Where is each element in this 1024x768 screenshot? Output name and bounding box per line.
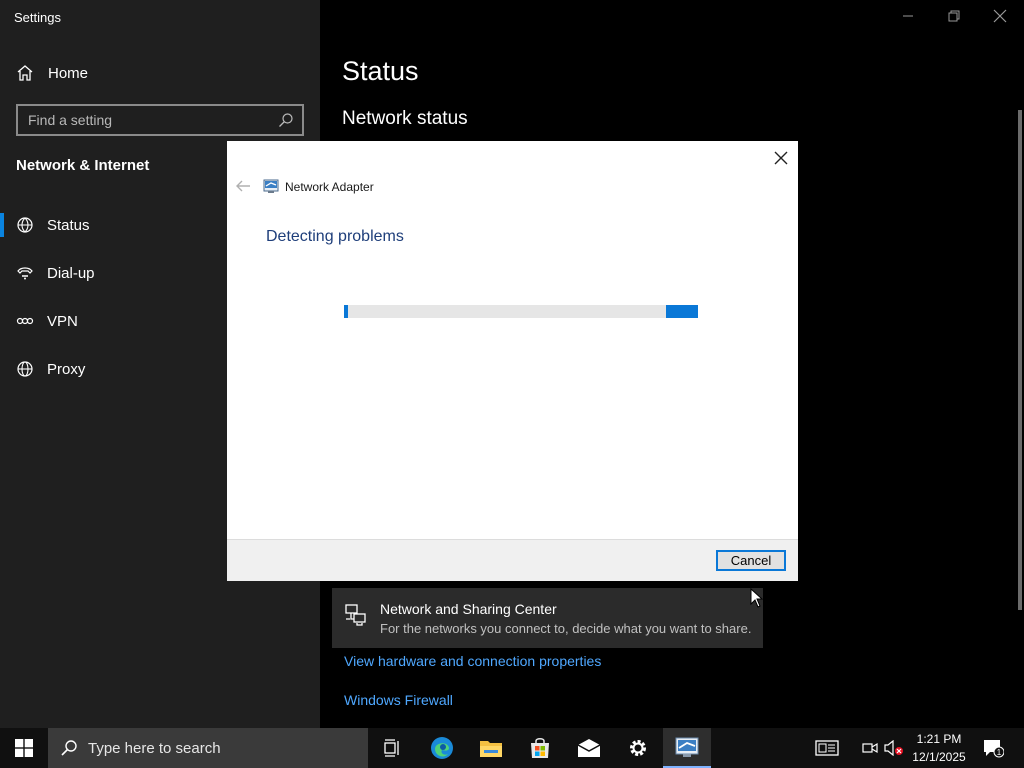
edge-browser-button[interactable] <box>418 728 466 768</box>
camera-icon <box>862 742 878 754</box>
app-title: Settings <box>14 10 61 25</box>
news-interests-button[interactable] <box>808 728 846 768</box>
home-icon <box>16 64 34 82</box>
back-arrow-icon <box>236 180 250 192</box>
troubleshooter-icon <box>263 178 279 194</box>
vpn-icon <box>16 312 34 330</box>
task-view-button[interactable] <box>368 728 416 768</box>
edge-icon <box>431 737 453 759</box>
search-icon <box>61 740 77 756</box>
windows-logo-icon <box>15 739 33 757</box>
progress-fill <box>666 305 698 318</box>
taskbar-search-placeholder: Type here to search <box>88 739 221 757</box>
taskbar-search-box[interactable]: Type here to search <box>48 728 368 768</box>
sidebar-item-label: Dial-up <box>47 264 95 282</box>
back-button[interactable] <box>235 179 251 193</box>
minimize-icon <box>903 15 913 17</box>
troubleshooter-icon <box>675 737 699 757</box>
microsoft-store-button[interactable] <box>516 728 564 768</box>
restore-icon <box>948 10 960 22</box>
globe-status-icon <box>16 216 34 234</box>
sharing-center-title: Network and Sharing Center <box>380 601 557 617</box>
close-icon <box>993 9 1007 23</box>
page-title: Status <box>342 56 419 86</box>
notifications-icon: 1 <box>984 740 1004 758</box>
sidebar-item-label: VPN <box>47 312 78 330</box>
minimize-button[interactable] <box>885 4 931 28</box>
volume-muted-icon <box>884 740 903 756</box>
home-nav-item[interactable]: Home <box>0 56 320 90</box>
progress-bar <box>344 305 698 318</box>
globe-icon <box>16 360 34 378</box>
dialup-icon <box>16 264 34 282</box>
cancel-button[interactable]: Cancel <box>716 550 786 571</box>
start-button[interactable] <box>0 728 48 768</box>
scrollbar[interactable] <box>1018 110 1022 610</box>
dialog-footer: Cancel <box>227 539 798 581</box>
folder-icon <box>480 741 502 757</box>
dialog-app-name: Network Adapter <box>285 180 374 194</box>
clock-time: 1:21 PM <box>916 732 962 746</box>
mail-button[interactable] <box>565 728 613 768</box>
close-window-button[interactable] <box>977 4 1023 28</box>
sidebar-item-label: Proxy <box>47 360 86 378</box>
progress-start-marker <box>344 305 348 318</box>
task-view-icon <box>384 739 399 757</box>
mouse-cursor-icon <box>750 587 764 608</box>
sharing-center-description: For the networks you connect to, decide … <box>380 621 752 636</box>
home-label: Home <box>48 64 89 82</box>
volume-button[interactable] <box>882 728 906 768</box>
notification-count: 1 <box>997 748 1002 757</box>
meet-now-button[interactable] <box>858 728 882 768</box>
troubleshooter-taskbar-button[interactable] <box>663 728 711 768</box>
troubleshooter-dialog: Network Adapter Detecting problems Cance… <box>227 141 798 581</box>
section-title: Network & Internet <box>16 157 150 174</box>
store-icon <box>531 738 549 758</box>
search-icon[interactable] <box>278 112 294 128</box>
page-subtitle: Network status <box>342 108 468 129</box>
dialog-close-button[interactable] <box>770 147 792 169</box>
gear-icon <box>630 740 646 756</box>
dialog-heading: Detecting problems <box>266 228 404 245</box>
windows-firewall-link[interactable]: Windows Firewall <box>344 692 453 708</box>
close-icon <box>774 151 788 165</box>
taskbar-clock[interactable]: 1:21 PM 12/1/2025 <box>906 730 972 766</box>
file-explorer-button[interactable] <box>467 728 515 768</box>
clock-date: 12/1/2025 <box>912 750 966 764</box>
settings-taskbar-button[interactable] <box>614 728 662 768</box>
sharing-center-icon <box>344 602 368 626</box>
settings-search-input[interactable] <box>28 112 268 128</box>
taskbar: Type here to search 1:21 PM 12/1/2025 1 <box>0 728 1024 768</box>
action-center-button[interactable]: 1 <box>978 728 1008 768</box>
network-sharing-center-card[interactable]: Network and Sharing Center For the netwo… <box>332 588 763 648</box>
news-icon <box>815 740 839 756</box>
restore-button[interactable] <box>931 4 977 28</box>
hardware-properties-link[interactable]: View hardware and connection properties <box>344 653 601 669</box>
settings-search-box[interactable] <box>16 104 304 136</box>
sidebar-item-label: Status <box>47 216 90 234</box>
mail-icon <box>577 739 601 757</box>
